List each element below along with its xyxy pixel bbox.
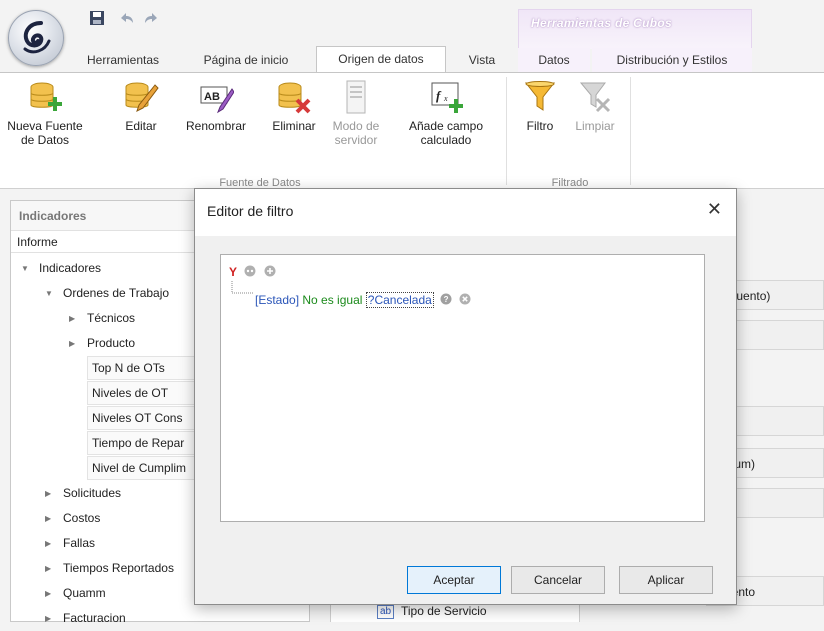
db-edit-icon	[125, 82, 159, 112]
renombrar-button[interactable]: AB Renombrar	[176, 79, 256, 133]
condition-value[interactable]: ?Cancelada	[365, 292, 434, 308]
expand-arrow-icon[interactable]: ▶	[45, 556, 51, 581]
string-field-icon: ab	[377, 605, 395, 619]
filter-condition: [Estado] No es igual ?Cancelada ?	[255, 292, 471, 311]
tree-item-label: Indicadores	[39, 261, 102, 275]
nueva-fuente-button[interactable]: Nueva Fuente de Datos	[6, 79, 84, 147]
add-condition-icon[interactable]	[264, 265, 276, 277]
svg-text:AB: AB	[204, 91, 220, 103]
aplicar-button[interactable]: Aplicar	[619, 566, 713, 594]
db-add-icon	[30, 82, 62, 111]
filtro-button[interactable]: Filtro	[518, 79, 562, 133]
value-type-icon[interactable]: ?	[440, 293, 452, 305]
app-logo-icon	[23, 21, 51, 54]
expand-arrow-icon[interactable]: ▶	[45, 606, 51, 631]
limpiar-button[interactable]: Limpiar	[570, 79, 620, 133]
ribbon-group-separator	[630, 77, 631, 185]
filter-editor-dialog: Editor de filtro ✕ Y [Estado] No es igua…	[194, 188, 737, 605]
editar-button[interactable]: Editar	[116, 79, 166, 133]
ribbon: Nueva Fuente de Datos Editar AB Renombra…	[0, 72, 824, 189]
tab-herramientas[interactable]: Herramientas	[68, 48, 178, 72]
anade-campo-calculado-button[interactable]: f x Añade campo calculado	[396, 79, 496, 147]
condition-operator[interactable]: No es igual	[302, 293, 362, 307]
expand-arrow-icon[interactable]: ▶	[45, 506, 51, 531]
server-mode-icon	[346, 80, 366, 114]
tab-origen-de-datos[interactable]: Origen de datos	[316, 46, 446, 72]
filter-icon	[524, 81, 556, 111]
tree-item[interactable]: ▶ Facturacion	[11, 606, 309, 631]
expand-arrow-icon[interactable]: ▶	[69, 306, 75, 331]
save-icon[interactable]	[88, 9, 106, 27]
eliminar-button[interactable]: Eliminar	[264, 79, 324, 133]
expand-arrow-icon[interactable]: ▶	[69, 331, 75, 356]
undo-icon[interactable]	[118, 9, 136, 27]
close-icon[interactable]: ✕	[707, 199, 722, 220]
db-delete-icon	[278, 82, 311, 114]
tab-vista[interactable]: Vista	[452, 48, 512, 72]
condition-field[interactable]: [Estado]	[255, 293, 299, 307]
app-menu-button[interactable]	[8, 10, 64, 66]
title-bar: Herramientas de Cubos	[0, 0, 824, 66]
ribbon-tabs: Herramientas Página de inicio Origen de …	[0, 46, 824, 72]
svg-text:x: x	[443, 94, 448, 103]
expand-arrow-icon[interactable]: ▶	[45, 531, 51, 556]
add-group-icon[interactable]	[244, 265, 256, 277]
tree-item-label: Costos	[63, 511, 101, 525]
ribbon-group-separator	[506, 77, 507, 185]
tab-pagina-de-inicio[interactable]: Página de inicio	[186, 48, 306, 72]
contextual-tab-header: Herramientas de Cubos	[518, 9, 752, 49]
calculated-field-icon: f x	[431, 82, 463, 113]
svg-text:?: ?	[444, 295, 449, 304]
tab-distribucion-y-estilos[interactable]: Distribución y Estilos	[592, 48, 752, 72]
tab-datos[interactable]: Datos	[518, 48, 590, 72]
collapse-arrow-icon[interactable]: ▼	[21, 256, 29, 281]
collapse-arrow-icon[interactable]: ▼	[45, 281, 53, 306]
tree-connector	[231, 281, 253, 294]
dialog-body: Y [Estado] No es igual ?Cancelada ? Acep…	[195, 236, 736, 604]
modo-servidor-button[interactable]: Modo de servidor	[326, 79, 386, 147]
cancelar-button[interactable]: Cancelar	[511, 566, 605, 594]
redo-icon[interactable]	[142, 9, 160, 27]
tree-item-label: Quamm	[63, 586, 106, 600]
tree-item-label: Facturacion	[63, 611, 126, 625]
expand-arrow-icon[interactable]: ▶	[45, 581, 51, 606]
dialog-title: Editor de filtro	[207, 203, 294, 219]
tree-item-label: Técnicos	[87, 311, 136, 325]
tree-item-label: Fallas	[63, 536, 96, 550]
tree-item-label: Producto	[87, 336, 136, 350]
tree-item-label: Ordenes de Trabajo	[63, 286, 170, 300]
filter-group-node: Y	[229, 265, 276, 281]
clear-filter-icon	[579, 82, 611, 113]
field-tipo-de-servicio[interactable]: Tipo de Servicio	[401, 604, 487, 618]
remove-condition-icon[interactable]	[459, 293, 471, 305]
filter-editor-box[interactable]: Y [Estado] No es igual ?Cancelada ?	[220, 254, 705, 522]
expand-arrow-icon[interactable]: ▶	[45, 481, 51, 506]
rename-icon: AB	[200, 86, 234, 114]
tree-item-label: Solicitudes	[63, 486, 122, 500]
group-operator[interactable]: Y	[229, 265, 237, 279]
aceptar-button[interactable]: Aceptar	[407, 566, 501, 594]
tree-item-label: Tiempos Reportados	[63, 561, 174, 575]
